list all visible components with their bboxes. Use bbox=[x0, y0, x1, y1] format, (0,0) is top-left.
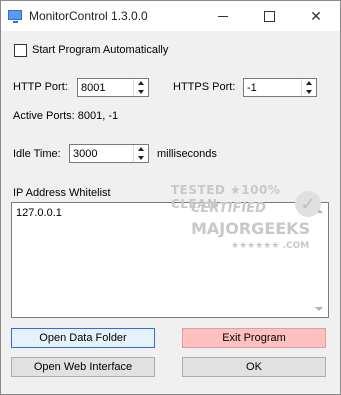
open-data-folder-button[interactable]: Open Data Folder bbox=[11, 328, 155, 348]
idle-time-up-button[interactable] bbox=[134, 145, 148, 153]
watermark-line-4: ★★★★★★ .COM bbox=[231, 241, 310, 251]
whitelist-value[interactable]: 127.0.0.1 bbox=[16, 207, 62, 219]
exit-program-button[interactable]: Exit Program bbox=[182, 328, 326, 348]
arrow-up-icon bbox=[306, 81, 312, 85]
checkmark-badge-icon: ✓ bbox=[295, 191, 321, 217]
open-web-interface-button[interactable]: Open Web Interface bbox=[11, 357, 155, 377]
idle-time-stepper[interactable]: 3000 bbox=[69, 144, 149, 163]
maximize-icon bbox=[263, 10, 275, 22]
idle-time-down-button[interactable] bbox=[134, 154, 148, 162]
http-port-up-button[interactable] bbox=[134, 79, 148, 87]
whitelist-label: IP Address Whitelist bbox=[13, 187, 111, 199]
http-port-value[interactable]: 8001 bbox=[81, 82, 105, 94]
idle-time-label: Idle Time: bbox=[13, 148, 61, 160]
monitor-icon bbox=[8, 10, 22, 23]
main-window: MonitorControl 1.3.0.0 ✕ Start Program A… bbox=[0, 0, 341, 395]
arrow-down-icon bbox=[138, 156, 144, 160]
http-port-label: HTTP Port: bbox=[13, 81, 68, 93]
title-bar[interactable]: MonitorControl 1.3.0.0 ✕ bbox=[1, 1, 340, 31]
arrow-down-icon bbox=[306, 90, 312, 94]
https-port-stepper[interactable]: -1 bbox=[243, 78, 317, 97]
close-button[interactable]: ✕ bbox=[293, 1, 339, 31]
maximize-button[interactable] bbox=[246, 1, 292, 31]
minimize-button[interactable] bbox=[200, 1, 246, 31]
arrow-up-icon bbox=[138, 81, 144, 85]
https-port-value[interactable]: -1 bbox=[247, 82, 257, 94]
majorgeeks-watermark: TESTED ★100% CLEAN CERTIFIED MAJORGEEKS … bbox=[171, 183, 331, 263]
http-port-stepper[interactable]: 8001 bbox=[77, 78, 149, 97]
arrow-up-icon bbox=[138, 147, 144, 151]
https-port-down-button[interactable] bbox=[302, 88, 316, 96]
arrow-down-icon bbox=[138, 90, 144, 94]
watermark-line-2: CERTIFIED bbox=[191, 201, 266, 216]
https-port-label: HTTPS Port: bbox=[173, 81, 236, 93]
watermark-line-3: MAJORGEEKS bbox=[191, 219, 311, 238]
minimize-icon bbox=[218, 15, 228, 17]
https-port-up-button[interactable] bbox=[302, 79, 316, 87]
idle-time-value[interactable]: 3000 bbox=[73, 148, 97, 160]
active-ports-text: Active Ports: 8001, -1 bbox=[13, 110, 119, 122]
ok-button[interactable]: OK bbox=[182, 357, 326, 377]
start-auto-checkbox[interactable] bbox=[14, 44, 27, 57]
scroll-down-icon[interactable] bbox=[315, 307, 323, 311]
idle-time-unit: milliseconds bbox=[157, 148, 217, 160]
start-auto-label[interactable]: Start Program Automatically bbox=[32, 44, 168, 56]
close-icon: ✕ bbox=[310, 7, 322, 24]
http-port-down-button[interactable] bbox=[134, 88, 148, 96]
window-title: MonitorControl 1.3.0.0 bbox=[29, 9, 148, 23]
